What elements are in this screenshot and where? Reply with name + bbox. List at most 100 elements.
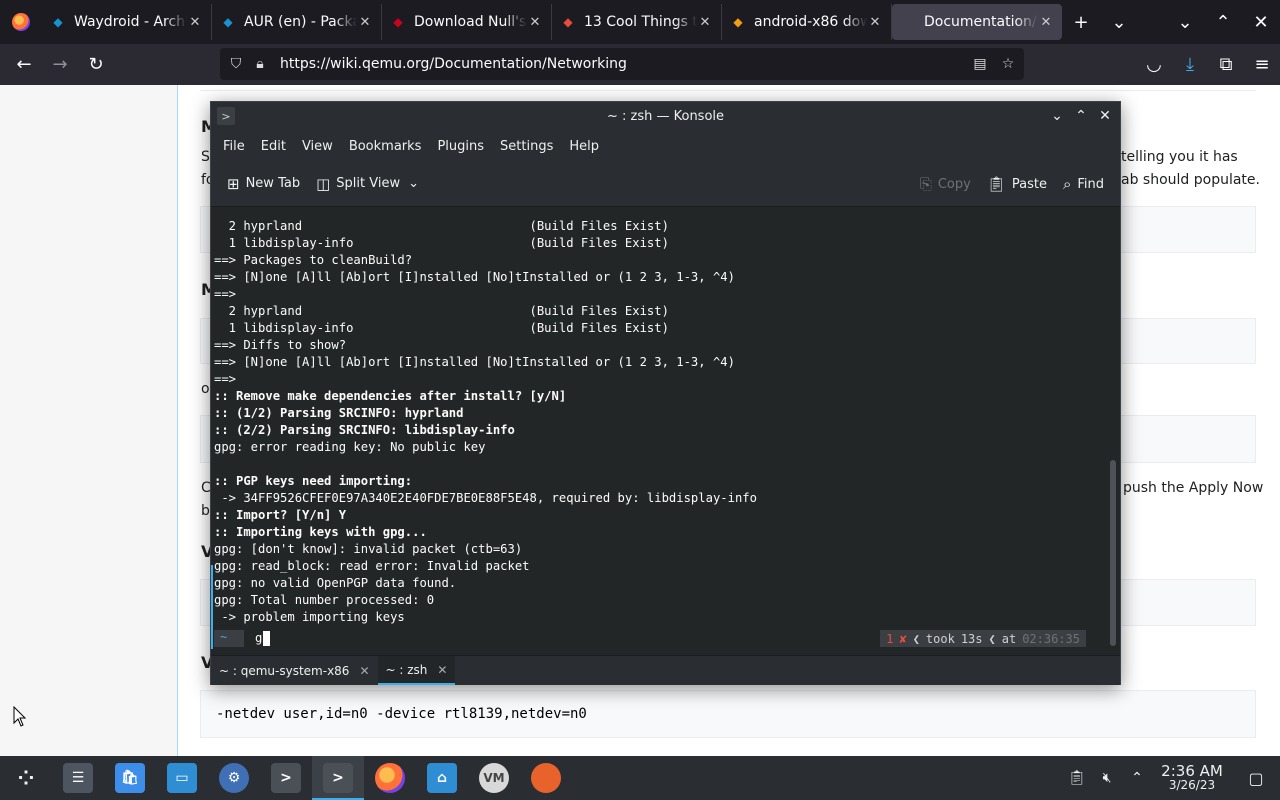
close-tab-icon[interactable]: ✕	[867, 15, 883, 30]
back-button[interactable]: ←	[6, 49, 42, 81]
close-tab-icon[interactable]: ✕	[697, 15, 713, 30]
firefox-icon[interactable]	[364, 756, 416, 800]
system-settings-icon[interactable]: ☰	[52, 756, 104, 800]
terminal-line: gpg: read_block: read error: Invalid pac…	[214, 559, 530, 573]
menu-item-view[interactable]: View	[294, 139, 341, 154]
forward-button[interactable]: →	[42, 49, 78, 81]
terminal-line: :: (1/2) Parsing SRCINFO: hyprland	[214, 406, 464, 420]
tray-expand-icon[interactable]: ⌃	[1122, 770, 1152, 786]
new-tab-button[interactable]: +	[1062, 4, 1100, 40]
extensions-icon[interactable]: ⧉	[1208, 48, 1244, 80]
discover-store-icon[interactable]: 🛍︎	[104, 756, 156, 800]
list-all-tabs-button[interactable]: ⌄	[1100, 4, 1138, 40]
clipboard-icon[interactable]: 📋︎	[1062, 770, 1092, 786]
dolphin-file-manager-icon[interactable]: ▭	[156, 756, 208, 800]
show-desktop-icon[interactable]: ▢	[1232, 769, 1280, 788]
error-icon: ✘	[899, 631, 907, 646]
downloads-icon[interactable]: ⤓	[1172, 48, 1208, 80]
url-text[interactable]: https://wiki.qemu.org/Documentation/Netw…	[280, 56, 627, 72]
browser-tab[interactable]: ◆ Waydroid - ArchWiki✕	[42, 4, 212, 40]
close-tab-icon[interactable]: ✕	[527, 15, 543, 30]
tab-title: Documentation/Networking	[924, 14, 1038, 30]
browser-tab[interactable]: ◆ AUR (en) - Packages✕	[212, 4, 382, 40]
split-view-button[interactable]: ◫ Split View ⌄	[308, 175, 427, 193]
reader-view-icon[interactable]: ▤	[968, 56, 992, 72]
terminal-app-icon[interactable]: >	[217, 107, 235, 125]
terminal-line: -> 34FF9526CFEF0E97A340E2E40FDE7BE0E88F5…	[214, 491, 757, 505]
browser-tab[interactable]: Documentation/Networking✕	[892, 4, 1062, 40]
terminal-output[interactable]: 2 hyprland (Build Files Exist) 1 libdisp…	[211, 207, 1108, 650]
window-minimize-icon[interactable]: ⌄	[1166, 4, 1204, 40]
menu-item-settings[interactable]: Settings	[492, 139, 561, 154]
tab-title: android-x86 download	[754, 14, 867, 30]
konsole-title-bar[interactable]: > ~ : zsh — Konsole ⌄ ⌃ ✕	[211, 102, 1120, 131]
close-tab-icon[interactable]: ✕	[187, 15, 203, 30]
menu-item-edit[interactable]: Edit	[253, 139, 294, 154]
terminal-line: gpg: no valid OpenPGP data found.	[214, 576, 457, 590]
typed-input[interactable]: g	[255, 631, 262, 645]
paste-button[interactable]: 📋︎ Paste	[979, 175, 1055, 193]
copy-label: Copy	[937, 176, 971, 192]
home-folder-icon[interactable]: ⌂	[416, 756, 468, 800]
terminal-line: -> problem importing keys	[214, 610, 405, 624]
browser-tab[interactable]: ◆ android-x86 download✕	[722, 4, 892, 40]
window-close-icon[interactable]: ✕	[1242, 4, 1280, 40]
waydroid-icon[interactable]	[520, 756, 572, 800]
find-button[interactable]: ⌕ Find	[1055, 175, 1112, 193]
favicon-icon	[900, 14, 916, 30]
app-launcher-icon[interactable]: ⁘	[0, 756, 52, 800]
tab-title: Download Null's Brawl	[414, 14, 527, 30]
new-tab-button[interactable]: ⊞ New Tab	[219, 175, 308, 193]
virtual-machine-icon[interactable]: VM	[468, 756, 520, 800]
scrollbar-thumb[interactable]	[1110, 460, 1116, 646]
firefox-menu-icon[interactable]	[0, 0, 42, 44]
browser-tab[interactable]: ◆ Download Null's Brawl✕	[382, 4, 552, 40]
close-icon[interactable]: ✕	[1096, 106, 1114, 126]
copy-icon: ⎘	[919, 175, 932, 193]
volume-muted-icon[interactable]: 🔇︎	[1092, 770, 1122, 786]
paragraph-text: S	[201, 149, 210, 165]
maximize-icon[interactable]: ⌃	[1072, 106, 1090, 126]
close-tab-icon[interactable]: ✕	[1038, 15, 1054, 30]
konsole-task-icon[interactable]: >	[312, 756, 364, 800]
window-maximize-icon[interactable]: ⌃	[1204, 4, 1242, 40]
terminal-line: ==> [N]one [A]ll [Ab]ort [I]nstalled [No…	[214, 355, 735, 369]
divider	[200, 90, 1256, 91]
clock[interactable]: 2:36 AM 3/26/23	[1152, 764, 1232, 793]
menu-bar: File Edit View Bookmarks Plugins Settings Help	[211, 131, 1120, 161]
paragraph-text: ab should populate.	[1121, 172, 1260, 188]
terminal-icon[interactable]: >	[260, 756, 312, 800]
tab-title: Waydroid - ArchWiki	[74, 14, 187, 30]
terminal-line: ==>	[214, 287, 237, 301]
reload-button[interactable]: ↻	[78, 49, 114, 81]
konsole-window: > ~ : zsh — Konsole ⌄ ⌃ ✕ File Edit View Bo…	[210, 101, 1121, 685]
paragraph-text: b	[201, 503, 210, 519]
menu-item-help[interactable]: Help	[561, 139, 607, 154]
settings-gear-icon[interactable]: ⚙	[208, 756, 260, 800]
terminal-line: ==>	[214, 372, 237, 386]
close-tab-icon[interactable]: ✕	[357, 15, 373, 30]
terminal-tab[interactable]: ~ : qemu-system-x86 ✕	[211, 656, 378, 685]
prompt-line[interactable]: ~ g 1 ✘ ❮ took 13s ❮ at 02:36:35	[211, 628, 1108, 650]
menu-item-plugins[interactable]: Plugins	[429, 139, 492, 154]
bookmark-star-icon[interactable]: ☆	[996, 56, 1020, 72]
browser-tab[interactable]: ◆ 13 Cool Things to Do✕	[552, 4, 722, 40]
null-icon: ◆	[393, 15, 403, 29]
search-icon: ⌕	[1062, 175, 1072, 193]
menu-item-bookmarks[interactable]: Bookmarks	[341, 139, 430, 154]
copy-button[interactable]: ⎘ Copy	[912, 175, 979, 193]
menu-item-file[interactable]: File	[215, 139, 253, 154]
minimize-icon[interactable]: ⌄	[1048, 106, 1066, 126]
pocket-icon[interactable]: ◡	[1136, 48, 1172, 80]
paste-label: Paste	[1011, 176, 1047, 192]
url-bar[interactable]: ⛉ 🔒︎ https://wiki.qemu.org/Documentation…	[220, 48, 1024, 80]
close-tab-icon[interactable]: ✕	[437, 663, 447, 677]
close-tab-icon[interactable]: ✕	[359, 664, 369, 678]
terminal-line: gpg: Total number processed: 0	[214, 593, 435, 607]
terminal-tab[interactable]: ~ : zsh ✕	[377, 656, 456, 685]
shield-icon[interactable]: ⛉	[224, 56, 248, 72]
terminal-scrollbar[interactable]	[1108, 207, 1120, 650]
app-menu-icon[interactable]: ≡	[1244, 48, 1280, 80]
lock-icon[interactable]: 🔒︎	[248, 56, 272, 72]
prompt-status: 1 ✘ ❮ took 13s ❮ at 02:36:35	[880, 630, 1086, 647]
